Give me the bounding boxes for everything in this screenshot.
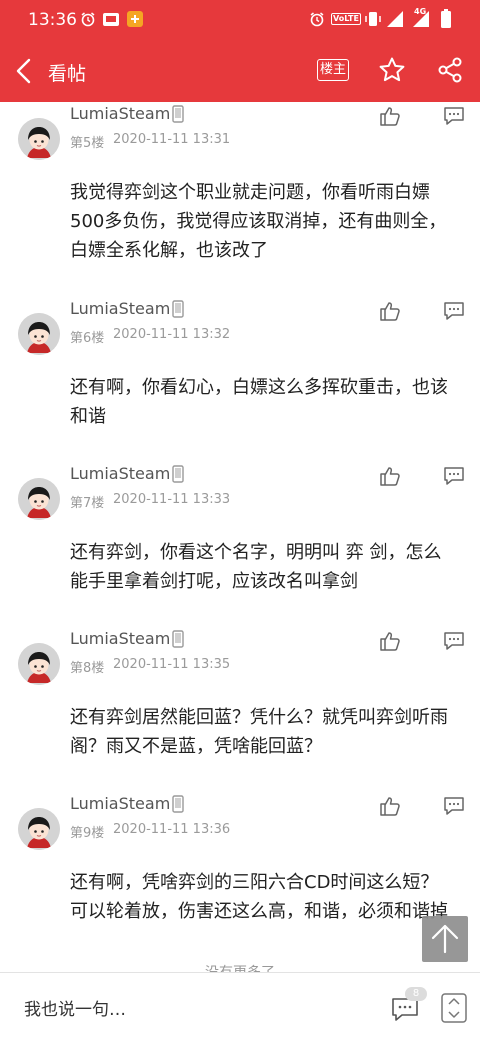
app-notification-icon (102, 9, 120, 29)
comment-icon[interactable] (443, 796, 465, 816)
app-notification-icon-2 (126, 9, 144, 29)
reply-feed[interactable]: LumiaSteam 第5楼 2020-11-11 13:31 我觉得弈剑这个职业就走… (0, 102, 480, 972)
mobile-client-icon (172, 795, 184, 813)
status-time: 13:36 (28, 10, 77, 30)
alarm-icon (80, 9, 96, 29)
volte-label: VoLTE (331, 13, 361, 25)
mobile-client-icon (172, 300, 184, 318)
like-icon[interactable] (379, 465, 401, 487)
back-arrow-icon[interactable] (10, 54, 40, 88)
content-line: 500多负伤，我觉得应该取消掉，还有曲则全， (70, 211, 447, 232)
post-time: 2020-11-11 13:33 (113, 492, 231, 507)
post-time: 2020-11-11 13:36 (113, 822, 231, 837)
content-line: 白嫖全系化解，也该改了 (70, 240, 268, 261)
network-4g-signal-icon: 4G (410, 7, 432, 29)
content-line: 可以轮着放，伤害还这么高，和谐，必须和谐掉 (70, 901, 448, 922)
content-line: 能手里拿着剑打呢，应该改名叫拿剑 (70, 571, 358, 592)
like-icon[interactable] (379, 300, 401, 322)
content-line: 我觉得弈剑这个职业就走问题，你看听雨白嫖 (70, 182, 430, 203)
like-icon[interactable] (379, 105, 401, 127)
post-time: 2020-11-11 13:31 (113, 132, 231, 147)
floor-number: 第6楼 (70, 331, 105, 346)
comment-icon[interactable] (443, 106, 465, 126)
avatar[interactable] (18, 478, 60, 520)
comment-icon[interactable] (443, 631, 465, 651)
star-favorite-icon[interactable] (378, 56, 406, 84)
post-content: 还有啊，你看幻心，白嫖这么多挥砍重击，也该 和谐 (70, 373, 470, 431)
network-type-label: 4G (414, 7, 427, 16)
comment-icon[interactable] (443, 466, 465, 486)
floor-number: 第8楼 (70, 661, 105, 676)
username[interactable]: LumiaSteam (70, 464, 170, 483)
content-line: 和谐 (70, 406, 106, 427)
scroll-to-top-button[interactable] (422, 916, 468, 962)
share-icon[interactable] (436, 56, 464, 84)
content-line: 还有啊，你看幻心，白嫖这么多挥砍重击，也该 (70, 377, 448, 398)
username[interactable]: LumiaSteam (70, 299, 170, 318)
volte-icon: VoLTE (331, 9, 361, 29)
mobile-client-icon (172, 465, 184, 483)
username[interactable]: LumiaSteam (70, 629, 170, 648)
avatar[interactable] (18, 808, 60, 850)
avatar[interactable] (18, 313, 60, 355)
arrow-up-icon (431, 924, 459, 954)
content-line: 还有啊，凭啥弈剑的三阳六合CD时间这么短？ (70, 872, 439, 893)
post-content: 还有弈剑居然能回蓝？凭什么？就凭叫弈剑听雨 阁？雨又不是蓝，凭啥能回蓝？ (70, 703, 470, 761)
reply-input[interactable]: 我也说一句… (24, 995, 126, 1020)
post-content: 我觉得弈剑这个职业就走问题，你看听雨白嫖 500多负伤，我觉得应该取消掉，还有曲则… (70, 178, 470, 265)
post-time: 2020-11-11 13:35 (113, 657, 231, 672)
username[interactable]: LumiaSteam (70, 794, 170, 813)
only-op-button[interactable]: 楼主 (317, 59, 349, 81)
like-icon[interactable] (379, 795, 401, 817)
content-line: 还有弈剑，你看这个名字，明明叫 弈 剑，怎么 (70, 542, 442, 563)
avatar[interactable] (18, 643, 60, 685)
post-content: 还有弈剑，你看这个名字，明明叫 弈 剑，怎么 能手里拿着剑打呢，应该改名叫拿剑 (70, 538, 470, 596)
reply-bar: 我也说一句… 8 (0, 972, 480, 1041)
app-bar: 看帖 楼主 (0, 40, 480, 102)
page-title: 看帖 (48, 63, 87, 85)
battery-icon (440, 9, 452, 29)
mobile-client-icon (172, 105, 184, 123)
avatar[interactable] (18, 118, 60, 160)
content-line: 还有弈剑居然能回蓝？凭什么？就凭叫弈剑听雨 (70, 707, 448, 728)
post-time: 2020-11-11 13:32 (113, 327, 231, 342)
vibrate-icon (365, 9, 381, 29)
floor-number: 第9楼 (70, 826, 105, 841)
jump-floor-icon[interactable] (441, 993, 467, 1023)
comment-icon[interactable] (443, 301, 465, 321)
floor-number: 第5楼 (70, 136, 105, 151)
comment-count-badge: 8 (405, 987, 427, 1001)
status-bar: 13:36 VoLTE 4G (0, 0, 480, 40)
username[interactable]: LumiaSteam (70, 104, 170, 123)
no-more-label: 没有更多了 (0, 962, 480, 972)
floor-number: 第7楼 (70, 496, 105, 511)
alarm-icon-right (309, 9, 325, 29)
mobile-client-icon (172, 630, 184, 648)
content-line: 阁？雨又不是蓝，凭啥能回蓝？ (70, 736, 322, 757)
like-icon[interactable] (379, 630, 401, 652)
post-content: 还有啊，凭啥弈剑的三阳六合CD时间这么短？ 可以轮着放，伤害还这么高，和谐，必须和… (70, 868, 470, 926)
signal-icon (386, 9, 404, 29)
